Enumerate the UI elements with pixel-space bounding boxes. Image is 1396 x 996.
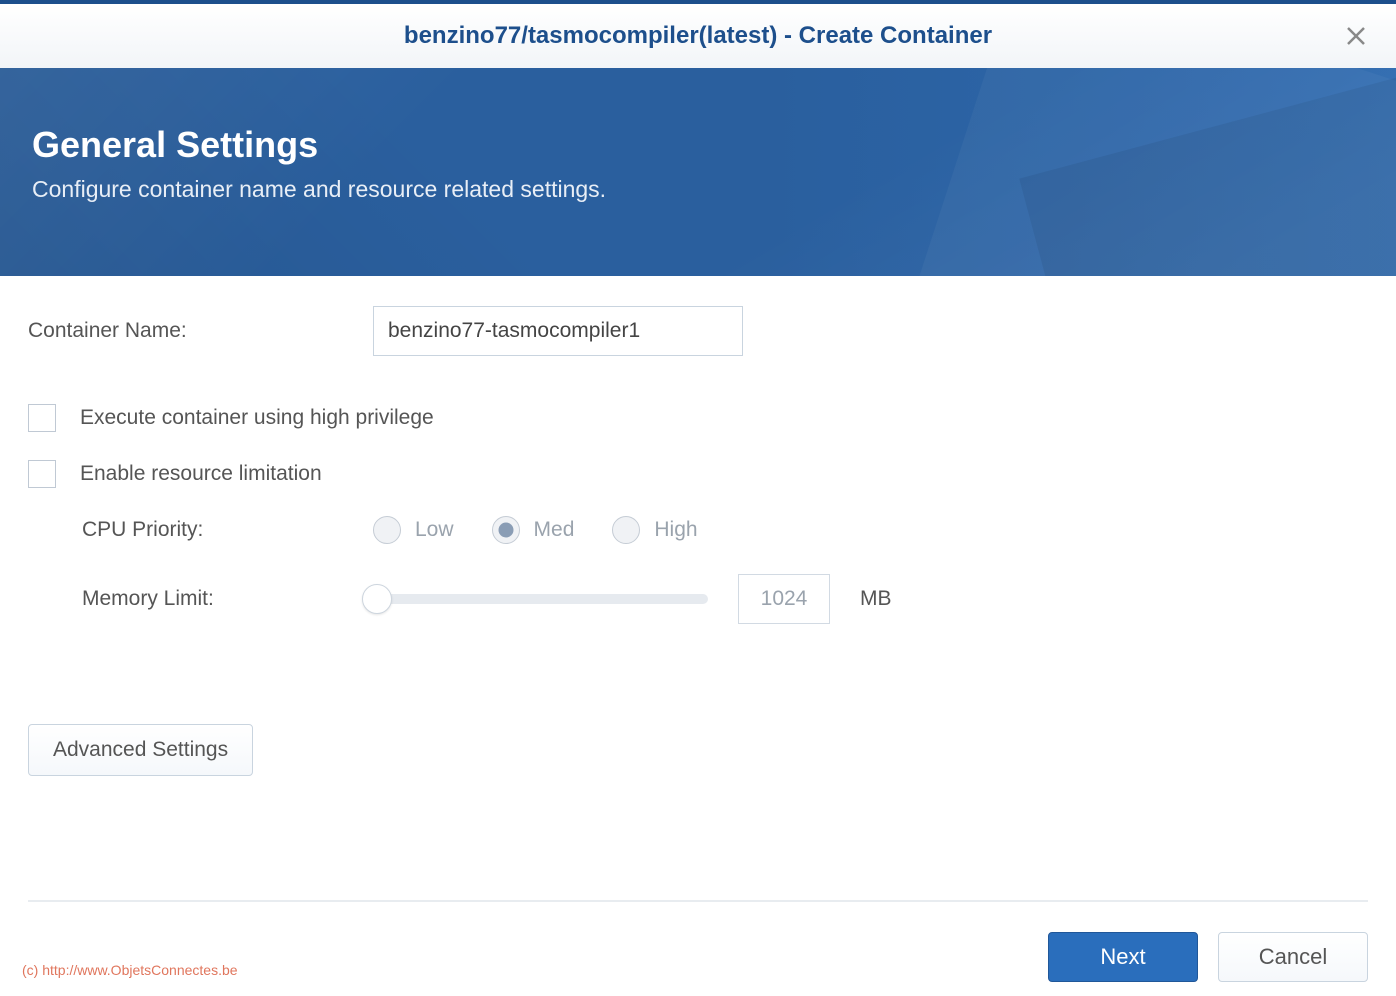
resource-limitation-section: CPU Priority: Low Med High xyxy=(28,516,1368,624)
cpu-priority-med-label: Med xyxy=(534,518,575,542)
cpu-priority-high-option: High xyxy=(612,516,697,544)
memory-limit-label: Memory Limit: xyxy=(82,587,373,611)
memory-limit-slider-thumb[interactable] xyxy=(362,584,392,614)
high-privilege-row: Execute container using high privilege xyxy=(28,404,1368,432)
banner-title: General Settings xyxy=(32,124,1364,166)
cpu-priority-low-label: Low xyxy=(415,518,454,542)
cpu-priority-radio-group: Low Med High xyxy=(373,516,718,544)
resource-limitation-checkbox[interactable] xyxy=(28,460,56,488)
high-privilege-label: Execute container using high privilege xyxy=(80,406,434,430)
memory-limit-row: Memory Limit: MB xyxy=(82,574,1368,624)
banner-subtitle: Configure container name and resource re… xyxy=(32,176,1364,203)
dialog-titlebar: benzino77/tasmocompiler(latest) - Create… xyxy=(0,0,1396,68)
memory-limit-slider[interactable] xyxy=(373,594,708,604)
memory-limit-unit: MB xyxy=(860,587,892,611)
high-privilege-checkbox[interactable] xyxy=(28,404,56,432)
container-name-input[interactable] xyxy=(373,306,743,356)
resource-limitation-label: Enable resource limitation xyxy=(80,462,322,486)
dialog-footer: Next Cancel xyxy=(0,918,1396,996)
cpu-priority-high-label: High xyxy=(654,518,697,542)
container-name-label: Container Name: xyxy=(28,319,373,343)
dialog-title: benzino77/tasmocompiler(latest) - Create… xyxy=(404,22,992,50)
cpu-priority-row: CPU Priority: Low Med High xyxy=(82,516,1368,544)
close-button[interactable] xyxy=(1344,24,1368,48)
cpu-priority-low-radio[interactable] xyxy=(373,516,401,544)
cpu-priority-label: CPU Priority: xyxy=(82,518,373,542)
memory-limit-controls: MB xyxy=(373,574,892,624)
cpu-priority-med-option: Med xyxy=(492,516,575,544)
container-name-row: Container Name: xyxy=(28,306,1368,356)
banner: General Settings Configure container nam… xyxy=(0,68,1396,276)
resource-limitation-row: Enable resource limitation xyxy=(28,460,1368,488)
next-button[interactable]: Next xyxy=(1048,932,1198,982)
cpu-priority-high-radio[interactable] xyxy=(612,516,640,544)
cancel-button[interactable]: Cancel xyxy=(1218,932,1368,982)
close-icon xyxy=(1344,24,1368,48)
cpu-priority-med-radio[interactable] xyxy=(492,516,520,544)
create-container-dialog: benzino77/tasmocompiler(latest) - Create… xyxy=(0,0,1396,996)
footer-divider xyxy=(28,900,1368,902)
content-area: Container Name: Execute container using … xyxy=(0,276,1396,996)
watermark-text: (c) http://www.ObjetsConnectes.be xyxy=(22,962,238,978)
memory-limit-input[interactable] xyxy=(738,574,830,624)
cpu-priority-low-option: Low xyxy=(373,516,454,544)
advanced-settings-button[interactable]: Advanced Settings xyxy=(28,724,253,776)
